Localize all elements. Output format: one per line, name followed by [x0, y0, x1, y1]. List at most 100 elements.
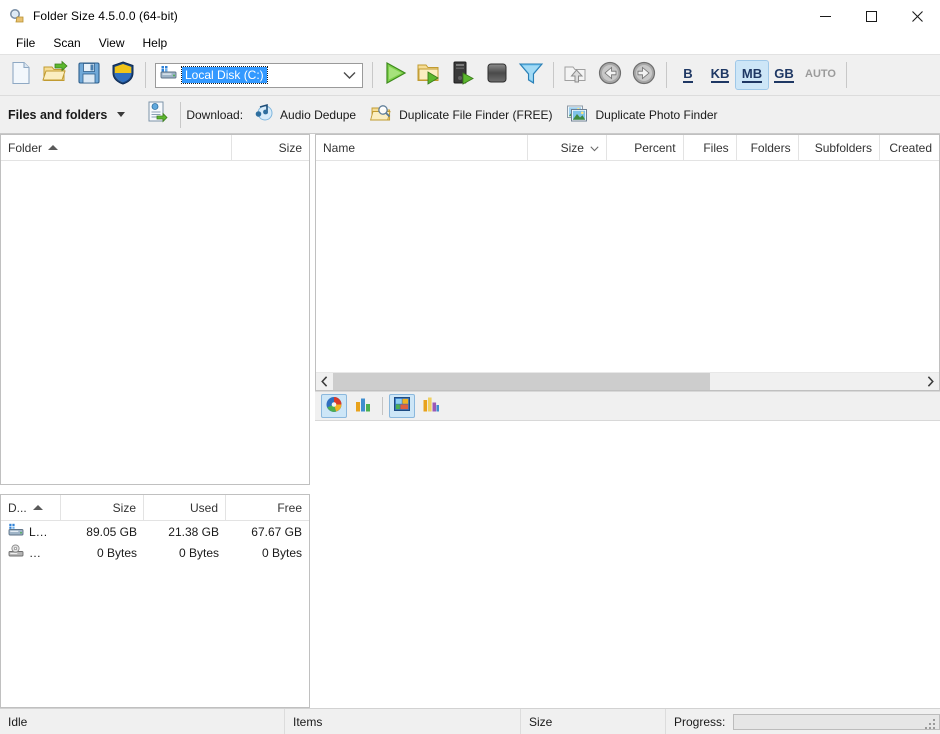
elevate-button[interactable] [106, 58, 140, 92]
status-size: Size [521, 708, 666, 734]
link-duplicate-file-finder[interactable]: Duplicate File Finder (FREE) [370, 103, 552, 126]
toolbar-separator [666, 62, 667, 88]
tree-col-size[interactable]: Size [232, 135, 309, 160]
tree-col-folder[interactable]: Folder [1, 135, 232, 160]
unit-gb-button[interactable]: GB [768, 61, 800, 89]
folder-tree-body[interactable] [1, 161, 309, 484]
chart-tab-bar[interactable] [350, 394, 376, 418]
open-button[interactable] [38, 58, 72, 92]
folder-tree-panel: Folder Size [0, 134, 310, 485]
list-col-subfolders[interactable]: Subfolders [799, 135, 881, 160]
drives-col-size[interactable]: Size [61, 495, 144, 520]
drive-name-cell: L… [1, 523, 61, 540]
sort-descending-icon [590, 141, 599, 155]
chevron-down-icon[interactable] [343, 64, 356, 87]
table-row[interactable]: … 0 Bytes 0 Bytes 0 Bytes [1, 542, 309, 563]
right-column: Name Size Percent Files Folders Subfolde… [310, 134, 940, 708]
status-state: Idle [0, 708, 285, 734]
view-mode-dropdown-icon[interactable] [117, 112, 126, 117]
list-col-size[interactable]: Size [528, 135, 607, 160]
unit-bytes-button[interactable]: B [672, 61, 704, 89]
shield-icon [110, 60, 136, 91]
hard-disk-icon [8, 523, 24, 540]
list-col-percent[interactable]: Percent [607, 135, 684, 160]
folder-tree-header: Folder Size [1, 135, 309, 161]
list-col-created[interactable]: Created [880, 135, 939, 160]
list-col-folders[interactable]: Folders [737, 135, 799, 160]
unit-kb-button[interactable]: KB [704, 61, 736, 89]
up-folder-button[interactable] [559, 58, 593, 92]
drive-size-cell: 89.05 GB [86, 524, 137, 539]
file-list-panel: Name Size Percent Files Folders Subfolde… [315, 134, 940, 391]
save-button[interactable] [72, 58, 106, 92]
scan-computer-button[interactable] [446, 58, 480, 92]
new-scan-button[interactable] [4, 58, 38, 92]
menu-help[interactable]: Help [135, 34, 176, 52]
filter-button[interactable] [514, 58, 548, 92]
drives-col-free[interactable]: Free [226, 495, 309, 520]
save-floppy-icon [76, 60, 102, 91]
status-items: Items [285, 708, 521, 734]
menu-file[interactable]: File [8, 34, 43, 52]
maximize-button[interactable] [848, 0, 894, 32]
table-row[interactable]: L… 89.05 GB 21.38 GB 67.67 GB [1, 521, 309, 542]
horizontal-scrollbar[interactable] [316, 372, 939, 390]
drives-col-used[interactable]: Used [144, 495, 226, 520]
menu-view[interactable]: View [91, 34, 133, 52]
chart-display-area[interactable] [315, 421, 940, 708]
drive-label: L… [29, 524, 48, 539]
toolbar-separator [180, 101, 182, 128]
folder-size-window: Folder Size 4.5.0.0 (64-bit) File Scan V… [0, 0, 940, 734]
left-column: Folder Size D... Size Used Free L… 89.05… [0, 134, 310, 708]
link-duplicate-photo-finder[interactable]: Duplicate Photo Finder [566, 103, 718, 126]
secondary-toolbar: Files and folders Download: Audio Dedupe… [0, 96, 940, 134]
chart-tab-pie[interactable] [321, 394, 347, 418]
sort-ascending-icon [32, 505, 43, 510]
play-icon [382, 60, 408, 91]
drives-col-drive[interactable]: D... [1, 495, 61, 520]
window-title: Folder Size 4.5.0.0 (64-bit) [33, 9, 178, 23]
scroll-right-arrow-icon[interactable] [922, 373, 939, 390]
resize-grip[interactable] [925, 719, 937, 731]
histogram-icon [422, 395, 440, 418]
unit-mb-button[interactable]: MB [735, 60, 769, 90]
start-scan-button[interactable] [378, 58, 412, 92]
duplicate-file-finder-icon [370, 103, 392, 126]
sort-ascending-icon [48, 145, 59, 150]
pie-chart-icon [325, 395, 343, 418]
main-toolbar: Local Disk (C:) B KB MB GB AUTO [0, 54, 940, 96]
close-button[interactable] [894, 0, 940, 32]
unit-auto-button[interactable]: AUTO [800, 61, 841, 89]
status-bar: Idle Items Size Progress: [0, 708, 940, 734]
download-label: Download: [186, 107, 244, 122]
view-mode-label[interactable]: Files and folders [8, 108, 107, 122]
menu-bar: File Scan View Help [0, 32, 940, 54]
forward-arrow-icon [631, 60, 657, 91]
scrollbar-track[interactable] [333, 373, 922, 390]
list-col-name[interactable]: Name [316, 135, 529, 160]
drive-select[interactable]: Local Disk (C:) [155, 62, 363, 88]
export-report-icon [146, 100, 170, 129]
forward-button[interactable] [627, 58, 661, 92]
stop-scan-button[interactable] [480, 58, 514, 92]
export-report-button[interactable] [141, 98, 175, 132]
back-button[interactable] [593, 58, 627, 92]
status-progress-label: Progress: [674, 714, 726, 729]
up-folder-icon [563, 60, 589, 91]
chart-tab-histogram[interactable] [418, 394, 444, 418]
scroll-left-arrow-icon[interactable] [316, 373, 333, 390]
toolbar-separator [845, 62, 847, 88]
file-list-body[interactable] [316, 161, 939, 372]
link-audio-dedupe[interactable]: Audio Dedupe [251, 103, 356, 126]
scan-folder-button[interactable] [412, 58, 446, 92]
scrollbar-thumb[interactable] [333, 373, 710, 390]
menu-scan[interactable]: Scan [45, 34, 88, 52]
chart-tab-treemap[interactable] [389, 394, 415, 418]
drives-body[interactable]: L… 89.05 GB 21.38 GB 67.67 GB … 0 Bytes … [1, 521, 309, 707]
toolbar-separator [372, 62, 373, 88]
funnel-filter-icon [518, 60, 544, 91]
hard-disk-icon [160, 65, 177, 85]
list-col-files[interactable]: Files [684, 135, 737, 160]
minimize-button[interactable] [802, 0, 848, 32]
chart-view-toolbar [315, 391, 940, 421]
